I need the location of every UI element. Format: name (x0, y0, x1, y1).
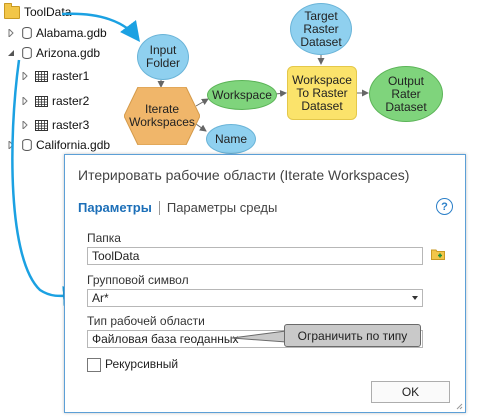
iterate-workspaces-dialog: Итерировать рабочие области (Iterate Wor… (64, 154, 466, 413)
node-label: Name (214, 131, 247, 146)
node-label: Target Raster Dataset (300, 8, 342, 49)
recursive-checkbox[interactable] (87, 358, 101, 372)
tab-parameters[interactable]: Параметры (78, 200, 152, 215)
wildcard-label: Групповой символ (87, 273, 189, 287)
workspace-type-label: Тип рабочей области (87, 314, 205, 328)
node-input-folder[interactable]: Input Folder (137, 34, 189, 80)
node-label: Output Rater Dataset (385, 73, 427, 114)
node-name[interactable]: Name (206, 124, 256, 154)
callout-pointer (232, 330, 287, 343)
folder-value: ToolData (92, 249, 140, 263)
node-label: Input Folder (145, 43, 180, 70)
node-label: Workspace To Raster Dataset (292, 72, 352, 113)
node-workspace[interactable]: Workspace (207, 80, 277, 110)
node-iterate-workspaces[interactable]: Iterate Workspaces (124, 87, 200, 145)
dialog-title: Итерировать рабочие области (Iterate Wor… (78, 167, 410, 183)
node-target-raster[interactable]: Target Raster Dataset (290, 3, 352, 55)
node-output-rater[interactable]: Output Rater Dataset (369, 66, 443, 122)
node-label: Workspace (212, 87, 272, 102)
arrow-tooldata-to-input (61, 12, 141, 42)
resize-grip-icon[interactable] (455, 402, 463, 410)
recursive-label: Рекурсивный (105, 357, 179, 371)
workspace-type-value: Файловая база геоданных (92, 332, 239, 346)
dialog-tabs: Параметры Параметры среды (78, 200, 277, 215)
tab-environments[interactable]: Параметры среды (167, 200, 278, 215)
browse-folder-icon[interactable] (431, 248, 445, 260)
node-label: Iterate Workspaces (129, 102, 195, 129)
folder-field[interactable]: ToolData (87, 247, 423, 265)
wildcard-value: Ar* (92, 291, 109, 305)
callout-restrict-by-type: Ограничить по типу (284, 324, 421, 347)
wildcard-select[interactable]: Ar* (87, 289, 423, 307)
ok-button[interactable]: OK (371, 381, 450, 403)
dropdown-caret-icon (412, 296, 418, 300)
tab-divider (158, 200, 160, 215)
help-icon[interactable]: ? (436, 198, 453, 215)
folder-label: Папка (87, 231, 121, 245)
node-workspace-to-raster[interactable]: Workspace To Raster Dataset (287, 66, 357, 120)
